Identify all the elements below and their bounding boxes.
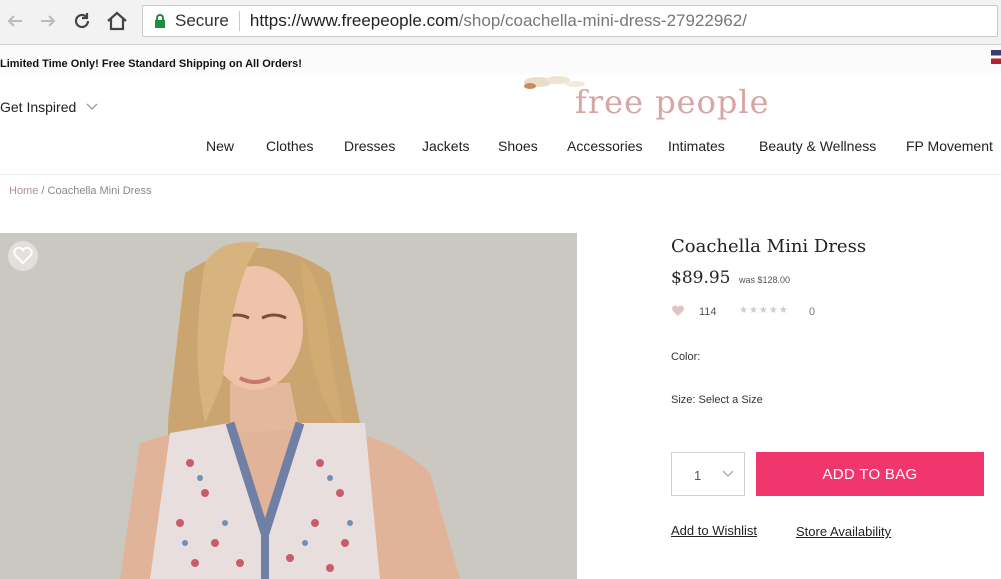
nav-beauty-wellness[interactable]: Beauty & Wellness [759, 138, 876, 154]
review-count: 0 [809, 306, 816, 318]
add-to-bag-button[interactable]: ADD TO BAG [756, 452, 984, 496]
nav-intimates[interactable]: Intimates [668, 138, 725, 154]
main-nav: New Clothes Dresses Jackets Shoes Access… [0, 138, 1001, 158]
quantity-value: 1 [694, 468, 702, 483]
chevron-down-icon [86, 103, 98, 110]
nav-accessories[interactable]: Accessories [567, 138, 642, 154]
nav-divider [0, 174, 1001, 175]
model-photo [0, 233, 577, 579]
favorite-heart-icon[interactable] [671, 305, 685, 317]
breadcrumb-current: Coachella Mini Dress [47, 185, 152, 197]
back-icon[interactable] [2, 8, 28, 34]
forward-icon[interactable] [35, 8, 61, 34]
promo-text: Limited Time Only! Free Standard Shippin… [0, 58, 302, 70]
reload-icon[interactable] [69, 8, 95, 34]
browser-toolbar: Secure https://www.freepeople.com/shop/c… [0, 0, 1001, 45]
rating-stars-icon[interactable]: ★★★★★ [739, 305, 789, 316]
nav-shoes[interactable]: Shoes [498, 138, 538, 154]
size-label: Size: Select a Size [671, 394, 763, 406]
breadcrumb-home[interactable]: Home [9, 185, 38, 197]
was-price: was $128.00 [739, 275, 791, 285]
breadcrumb: Home / Coachella Mini Dress [9, 185, 151, 197]
quantity-select[interactable]: 1 [671, 452, 745, 496]
get-inspired-label: Get Inspired [0, 99, 77, 115]
color-label: Color: [671, 351, 701, 363]
promo-bar: Limited Time Only! Free Standard Shippin… [0, 45, 1001, 75]
home-icon[interactable] [104, 8, 130, 34]
logo[interactable]: free people [575, 82, 770, 122]
add-to-wishlist-link[interactable]: Add to Wishlist [671, 523, 757, 538]
lock-icon [155, 14, 165, 28]
wishlist-heart-icon[interactable] [8, 241, 38, 271]
secure-label: Secure [175, 11, 240, 31]
url-text: https://www.freepeople.com/shop/coachell… [249, 11, 747, 30]
favorites-count: 114 [699, 306, 717, 318]
nav-new[interactable]: New [206, 138, 234, 154]
nav-jackets[interactable]: Jackets [422, 138, 469, 154]
nav-fp-movement[interactable]: FP Movement [906, 138, 993, 154]
nav-dresses[interactable]: Dresses [344, 138, 395, 154]
us-flag-icon[interactable] [991, 50, 1001, 64]
get-inspired-menu[interactable]: Get Inspired [0, 99, 98, 115]
product-price: $89.95 [671, 268, 731, 288]
product-title: Coachella Mini Dress [671, 236, 867, 257]
store-availability-link[interactable]: Store Availability [796, 524, 891, 539]
address-bar[interactable]: Secure https://www.freepeople.com/shop/c… [142, 5, 998, 37]
nav-clothes[interactable]: Clothes [266, 138, 313, 154]
product-image[interactable] [0, 233, 577, 579]
breadcrumb-separator: / [41, 185, 45, 197]
chevron-down-icon [722, 470, 734, 477]
